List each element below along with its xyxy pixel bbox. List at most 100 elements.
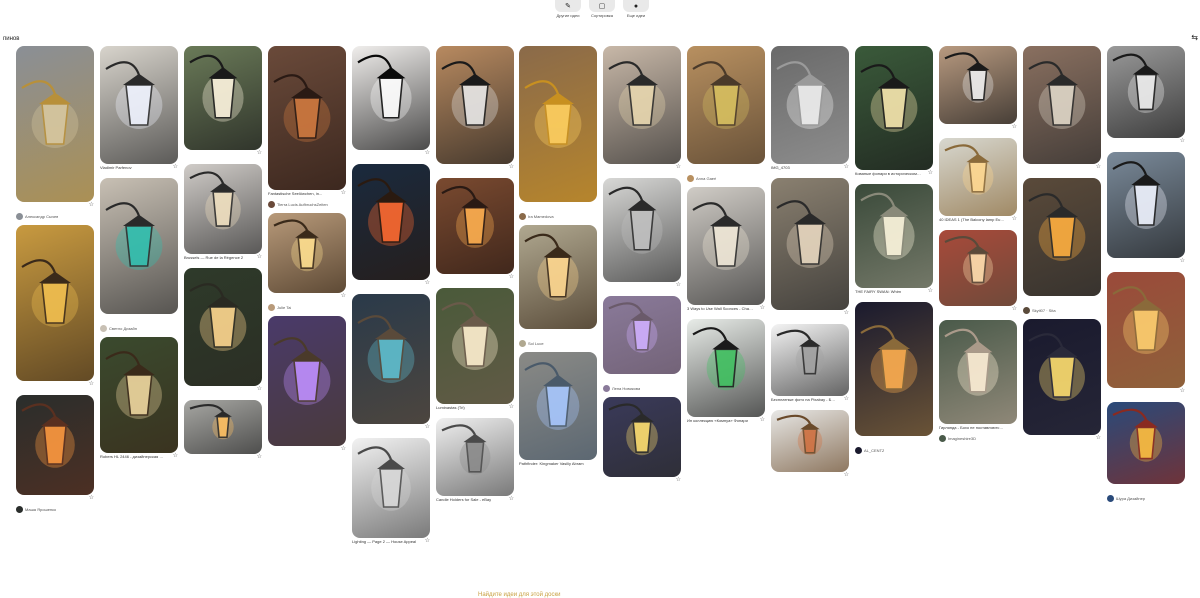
pin-image[interactable]	[16, 46, 94, 202]
pin-title[interactable]: Vladimir Parfenov	[100, 165, 132, 170]
pin-card[interactable]: Vladimir Parfenov ☆	[100, 46, 178, 174]
pin-image[interactable]	[184, 400, 262, 454]
pin-image[interactable]	[1107, 272, 1185, 388]
pin-image[interactable]	[184, 46, 262, 150]
pin-title[interactable]: Fantastische Seelöwchen, in...	[268, 191, 322, 196]
pin-card[interactable]: Anna Gaert	[687, 46, 765, 183]
pin-card[interactable]: Лена Новикова	[603, 296, 681, 393]
save-star-icon[interactable]: ☆	[257, 254, 262, 260]
pin-author[interactable]: Маша Ярошенко	[16, 505, 94, 514]
pin-card[interactable]: ☆ Маша Ярошенко	[16, 395, 94, 514]
pin-image[interactable]	[855, 302, 933, 436]
pin-card[interactable]: ☆	[939, 46, 1017, 134]
pin-image[interactable]	[1023, 46, 1101, 164]
pin-card[interactable]: ☆	[184, 268, 262, 396]
pin-card[interactable]: ☆	[771, 410, 849, 482]
pin-image[interactable]	[436, 288, 514, 404]
pin-card[interactable]: Robers HL 2446 - дизайнерская мебель и..…	[100, 337, 178, 463]
save-star-icon[interactable]: ☆	[173, 453, 178, 459]
pin-card[interactable]: Бесплатные фото на Pixabay - Бесплатные …	[771, 324, 849, 406]
pin-image[interactable]	[603, 178, 681, 282]
save-star-icon[interactable]: ☆	[173, 164, 178, 170]
pin-card[interactable]: ☆	[939, 230, 1017, 316]
pin-image[interactable]	[1107, 402, 1185, 484]
filter-icon[interactable]: ⇆	[1191, 33, 1198, 42]
pin-author[interactable]: Sol Luce	[519, 339, 597, 348]
pin-title[interactable]: THE FAIRY SWAN: Whim	[855, 289, 901, 294]
pin-image[interactable]	[268, 213, 346, 293]
save-star-icon[interactable]: ☆	[1180, 258, 1185, 264]
pin-image[interactable]	[771, 46, 849, 164]
pin-image[interactable]	[436, 46, 514, 164]
pin-title[interactable]: Candle Holders for Sale - eBay	[436, 497, 491, 502]
pin-title[interactable]: Luminastas (Tri)	[436, 405, 465, 410]
save-star-icon[interactable]: ☆	[844, 164, 849, 170]
pin-image[interactable]	[100, 178, 178, 314]
pin-author[interactable]: Шура Дизайнер	[1107, 494, 1185, 503]
pin-image[interactable]	[1107, 152, 1185, 258]
save-star-icon[interactable]: ☆	[844, 310, 849, 316]
pin-author[interactable]: Ira Mamedova	[519, 212, 597, 221]
pin-card[interactable]: 40 IDEAS 1 (The Balcony lamp European Ga…	[939, 138, 1017, 226]
pin-image[interactable]	[603, 397, 681, 477]
pin-image[interactable]	[436, 418, 514, 496]
pin-card[interactable]: ☆	[352, 164, 430, 290]
save-star-icon[interactable]: ☆	[509, 404, 514, 410]
pin-image[interactable]	[519, 46, 597, 202]
save-star-icon[interactable]: ☆	[89, 202, 94, 208]
save-star-icon[interactable]: ☆	[509, 496, 514, 502]
save-star-icon[interactable]: ☆	[676, 282, 681, 288]
pin-image[interactable]	[939, 138, 1017, 216]
pin-title[interactable]: 3 Ways to Use Wall Sconces - ChateauDeco…	[687, 306, 753, 311]
pin-image[interactable]	[855, 46, 933, 170]
pin-card[interactable]: ☆	[268, 316, 346, 456]
pin-title[interactable]: Brussels — Rue de la Régence 2	[184, 255, 243, 260]
pin-card[interactable]: ☆	[16, 225, 94, 391]
pin-card[interactable]: 3 Ways to Use Wall Sconces - ChateauDeco…	[687, 187, 765, 315]
pin-card[interactable]: ☆	[352, 46, 430, 160]
pin-card[interactable]: Luminastas (Tri) ☆	[436, 288, 514, 414]
save-star-icon[interactable]: ☆	[257, 386, 262, 392]
save-star-icon[interactable]: ☆	[1180, 138, 1185, 144]
pin-image[interactable]	[352, 164, 430, 280]
pin-card[interactable]: IMG_4703 ☆	[771, 46, 849, 174]
pin-image[interactable]	[436, 178, 514, 274]
pin-image[interactable]	[16, 225, 94, 381]
pin-image[interactable]	[603, 296, 681, 374]
save-star-icon[interactable]: ☆	[1096, 164, 1101, 170]
pin-card[interactable]: Светло Дизайн	[100, 178, 178, 333]
save-star-icon[interactable]: ☆	[676, 164, 681, 170]
pin-author[interactable]: Anna Gaert	[687, 174, 765, 183]
pin-image[interactable]	[1023, 178, 1101, 296]
pin-title[interactable]: Бесплатные фото на Pixabay - Бесплатные …	[771, 397, 837, 402]
pin-title[interactable]: Robers HL 2446 - дизайнерская мебель и..…	[100, 454, 166, 459]
pin-title[interactable]: Гирлянда - Бохо не поставляются | Подроб…	[939, 425, 1005, 430]
pin-card[interactable]: Pathfinder: Kingmaker Vasiliy Abram	[519, 352, 597, 470]
pin-author[interactable]: Tierra Lucis AufbruchsZeiten	[268, 200, 346, 209]
pin-author[interactable]: Светло Дизайн	[100, 324, 178, 333]
pin-image[interactable]	[16, 395, 94, 495]
save-star-icon[interactable]: ☆	[425, 424, 430, 430]
pin-image[interactable]	[268, 46, 346, 190]
pin-image[interactable]	[939, 320, 1017, 424]
save-star-icon[interactable]: ☆	[844, 396, 849, 402]
pin-image[interactable]	[184, 164, 262, 254]
pin-author[interactable]: Skytl07 · Sita	[1023, 306, 1101, 315]
pin-title[interactable]: Pathfinder: Kingmaker Vasiliy Abram	[519, 461, 584, 466]
save-star-icon[interactable]: ☆	[509, 164, 514, 170]
pin-image[interactable]	[603, 46, 681, 164]
pin-title[interactable]: 40 IDEAS 1 (The Balcony lamp European Ga…	[939, 217, 1005, 222]
pin-image[interactable]	[1023, 319, 1101, 435]
pin-image[interactable]	[352, 46, 430, 150]
save-star-icon[interactable]: ☆	[257, 454, 262, 460]
save-star-icon[interactable]: ☆	[760, 305, 765, 311]
pin-card[interactable]: Ira Mamedova	[519, 46, 597, 221]
save-star-icon[interactable]: ☆	[1096, 435, 1101, 441]
pin-image[interactable]	[1107, 46, 1185, 138]
pin-card[interactable]: ☆ Александр Сычев	[16, 46, 94, 221]
pin-image[interactable]	[687, 46, 765, 164]
save-star-icon[interactable]: ☆	[928, 288, 933, 294]
pin-card[interactable]: ☆	[184, 400, 262, 464]
pin-card[interactable]: Sol Luce	[519, 225, 597, 348]
pin-card[interactable]: ☆	[771, 178, 849, 320]
